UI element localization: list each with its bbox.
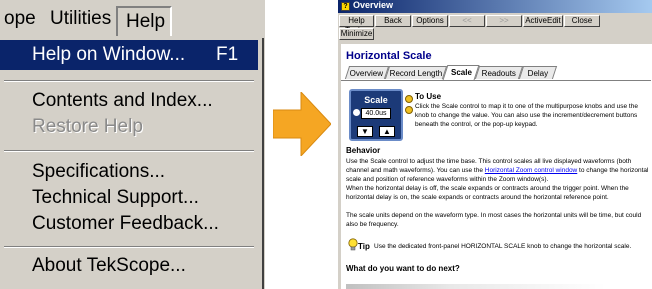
cut-off-content	[346, 284, 606, 289]
help-toolbar: Help Topics Back Options << >> ActiveEdi…	[338, 14, 652, 42]
help-content: Horizontal Scale Overview Record Length …	[341, 44, 652, 289]
previous-button: <<	[449, 15, 485, 27]
tab-delay[interactable]: Delay	[518, 66, 558, 79]
increment-button[interactable]: ▲	[379, 126, 395, 137]
tab-scale[interactable]: Scale	[442, 65, 480, 80]
tab-strip: Overview Record Length Scale Readouts De…	[341, 65, 651, 80]
next-steps-heading: What do you want to do next?	[346, 264, 460, 273]
horizontal-zoom-link[interactable]: Horizontal Zoom control window	[485, 167, 577, 174]
active-edit-button[interactable]: ActiveEdit	[523, 15, 563, 27]
menu-separator	[4, 80, 254, 82]
behavior-paragraph: When the horizontal delay is off, the sc…	[346, 185, 629, 201]
tip-label: Tip	[358, 242, 370, 251]
behavior-heading: Behavior	[346, 146, 381, 155]
page-title: Horizontal Scale	[346, 50, 432, 62]
window-title: Overview	[353, 0, 394, 10]
menu-separator	[4, 150, 254, 152]
menu-item-label: Help on Window...	[32, 44, 186, 65]
decrement-button[interactable]: ▼	[357, 126, 373, 137]
menu-item-help-on-window[interactable]: Help on Window... F1	[0, 40, 258, 70]
menu-separator	[4, 246, 254, 248]
help-icon: ?	[341, 2, 350, 11]
help-topics-button[interactable]: Help Topics	[339, 15, 374, 35]
tip-text: Use the dedicated front-panel HORIZONTAL…	[374, 243, 632, 250]
knob-indicator-icon	[353, 109, 360, 116]
tab-overview[interactable]: Overview	[344, 66, 390, 79]
menu-scope[interactable]: ope	[4, 8, 36, 30]
tab-readouts[interactable]: Readouts	[474, 66, 524, 79]
close-button[interactable]: Close	[564, 15, 600, 27]
right-arrow-icon	[273, 92, 331, 156]
to-use-text: Click the Scale control to map it to one…	[415, 103, 638, 128]
menu-item-label: Customer Feedback...	[32, 213, 219, 234]
next-button: >>	[486, 15, 522, 27]
menu-item-customer-feedback[interactable]: Customer Feedback...	[0, 209, 258, 239]
tab-record-length[interactable]: Record Length	[384, 66, 448, 79]
menu-panel: ope Utilities Help Help on Window... F1 …	[0, 0, 265, 289]
callout-marker-icon	[405, 106, 413, 114]
menu-item-shortcut: F1	[216, 44, 239, 65]
menu-item-label: Contents and Index...	[32, 90, 213, 111]
minimize-button[interactable]: Minimize	[339, 28, 374, 40]
options-button[interactable]: Options	[412, 15, 448, 27]
back-button[interactable]: Back	[375, 15, 411, 27]
menu-help[interactable]: Help	[116, 6, 172, 36]
scale-value-field[interactable]: 40.0us	[361, 108, 391, 119]
callout-marker-icon	[405, 95, 413, 103]
tab-divider	[341, 80, 651, 81]
menu-item-restore-help: Restore Help	[0, 112, 258, 142]
menu-item-about-tekscope[interactable]: About TekScope...	[0, 251, 258, 281]
behavior-paragraph: The scale units depend on the waveform t…	[346, 212, 642, 228]
help-dropdown-menu: Help on Window... F1 Contents and Index.…	[0, 38, 264, 289]
menu-item-label: Restore Help	[32, 116, 143, 137]
menu-item-label: Specifications...	[32, 161, 166, 182]
menu-utilities[interactable]: Utilities	[50, 8, 111, 30]
scale-control-title: Scale	[364, 95, 388, 105]
to-use-heading: To Use	[415, 92, 442, 101]
menu-item-label: About TekScope...	[32, 255, 186, 276]
help-window: ? Overview Help Topics Back Options << >…	[337, 0, 652, 289]
menu-bar: ope Utilities Help	[0, 0, 265, 38]
title-bar: ? Overview	[338, 0, 652, 13]
menu-item-label: Technical Support...	[32, 187, 199, 208]
scale-control[interactable]: Scale 40.0us ▼ ▲	[349, 89, 403, 141]
behavior-paragraph: Use the Scale control to adjust the time…	[346, 158, 649, 183]
